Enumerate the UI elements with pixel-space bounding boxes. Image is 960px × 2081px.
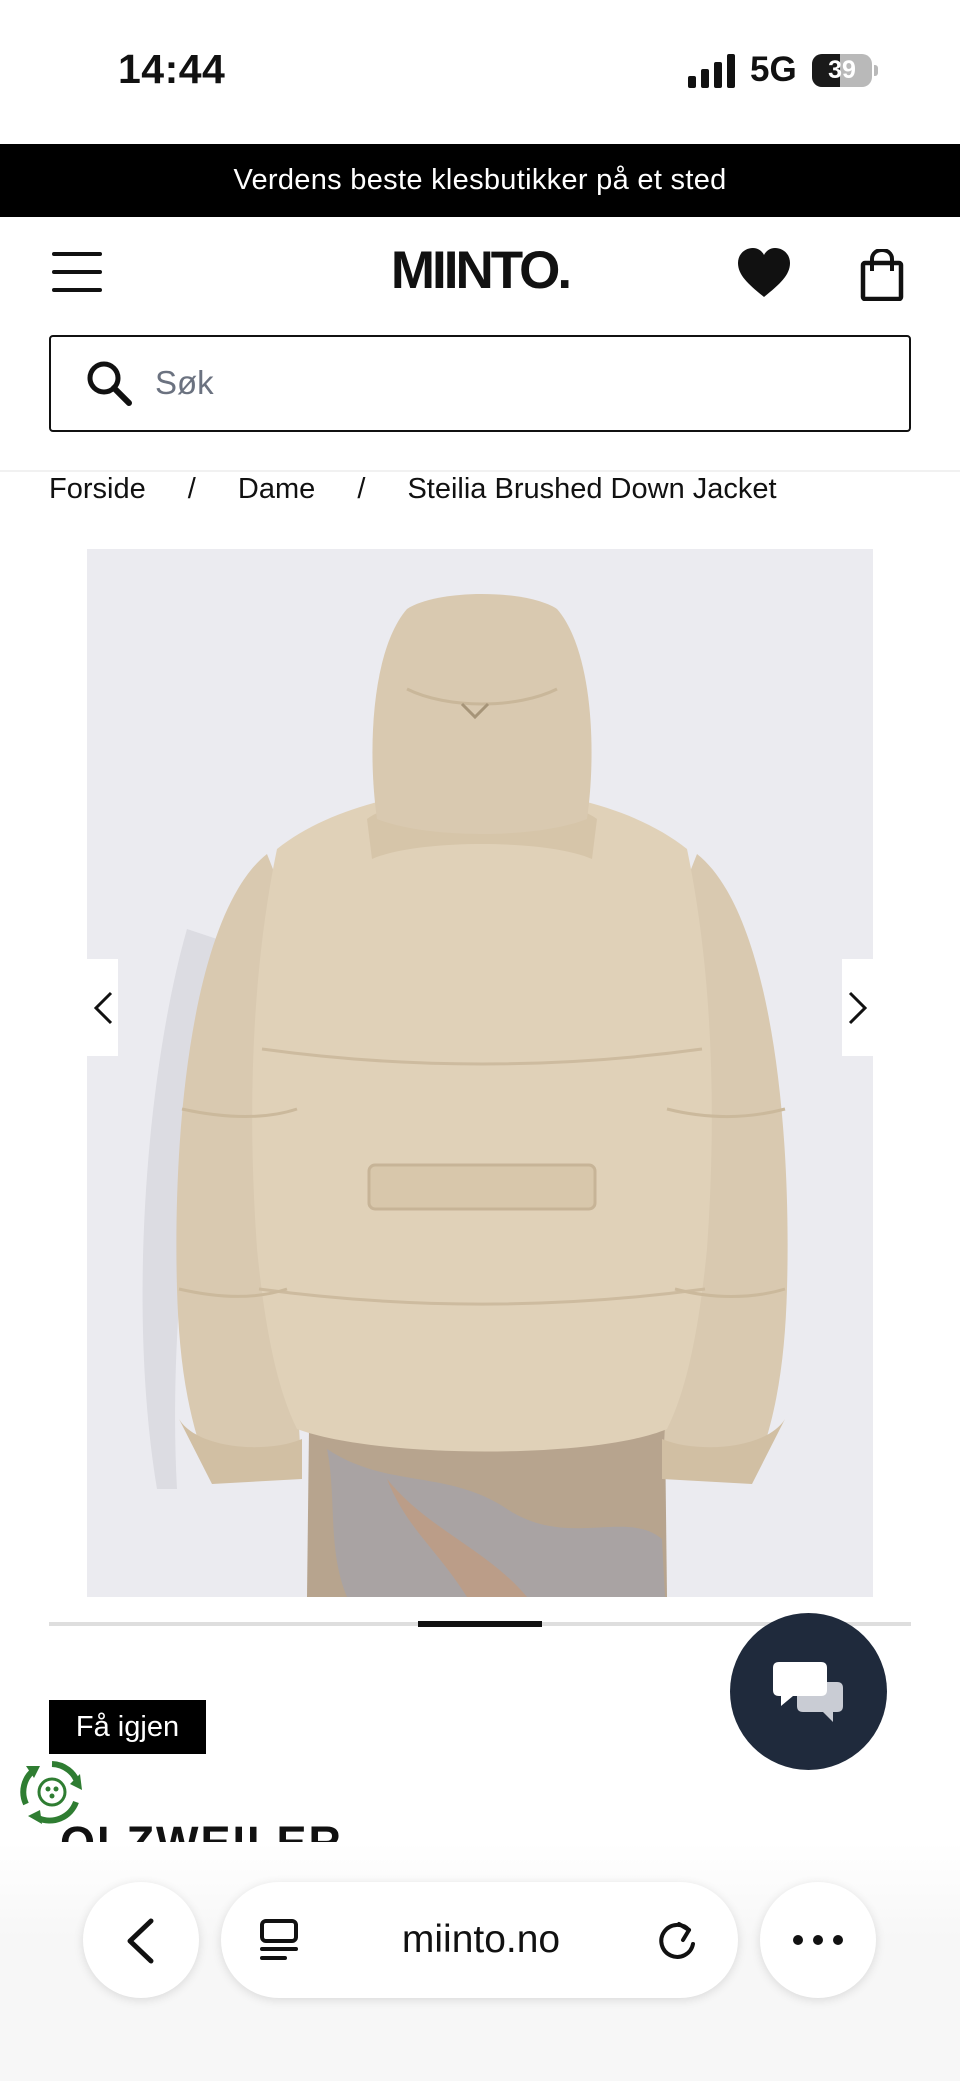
browser-back-button[interactable] bbox=[83, 1882, 199, 1998]
eco-recycle-icon[interactable] bbox=[18, 1758, 86, 1826]
browser-url[interactable]: miinto.no bbox=[331, 1882, 631, 1998]
chevron-left-icon bbox=[127, 1918, 154, 1964]
status-bar: 14:44 5G 39 bbox=[0, 0, 960, 144]
network-type: 5G bbox=[750, 50, 797, 89]
breadcrumb-item-dame[interactable]: Dame bbox=[238, 470, 315, 508]
search-icon bbox=[87, 361, 132, 406]
chat-bubbles-icon bbox=[773, 1662, 843, 1722]
browser-address-bar[interactable]: miinto.no bbox=[221, 1882, 738, 1998]
search-input[interactable] bbox=[155, 355, 855, 411]
brand-name[interactable]: OLZWEILER bbox=[60, 1818, 343, 1842]
tabs-icon[interactable] bbox=[259, 1918, 301, 1962]
gallery-progress-indicator bbox=[418, 1621, 542, 1627]
status-time: 14:44 bbox=[118, 46, 226, 92]
breadcrumb-item-home[interactable]: Forside bbox=[49, 470, 146, 508]
chevron-left-icon bbox=[93, 991, 113, 1025]
cashback-badge: Få igjen bbox=[49, 1700, 206, 1754]
heart-icon[interactable] bbox=[736, 247, 792, 299]
hamburger-menu-icon[interactable] bbox=[52, 252, 102, 292]
signal-icon bbox=[688, 54, 735, 88]
battery-icon: 39 bbox=[812, 54, 878, 87]
gallery-next-button[interactable] bbox=[842, 959, 873, 1056]
shopping-bag-icon[interactable] bbox=[860, 249, 904, 301]
miinto-logo[interactable]: MIINTO. bbox=[380, 241, 580, 301]
reload-icon[interactable] bbox=[655, 1918, 699, 1962]
brand-name-clip: OLZWEILER bbox=[60, 1818, 520, 1842]
product-image[interactable] bbox=[87, 549, 873, 1597]
breadcrumb: Forside / Dame / Steilia Brushed Down Ja… bbox=[49, 470, 777, 508]
breadcrumb-separator: / bbox=[357, 473, 366, 505]
chat-button[interactable] bbox=[730, 1613, 887, 1770]
breadcrumb-item-product: Steilia Brushed Down Jacket bbox=[407, 473, 777, 505]
browser-more-button[interactable] bbox=[760, 1882, 876, 1998]
promo-banner: Verdens beste klesbutikker på et sted bbox=[0, 144, 960, 217]
jacket-photo bbox=[87, 549, 873, 1597]
battery-level: 39 bbox=[828, 56, 856, 84]
site-header: MIINTO. bbox=[0, 217, 960, 335]
more-dots-icon bbox=[793, 1935, 843, 1945]
breadcrumb-separator: / bbox=[187, 473, 196, 505]
gallery-prev-button[interactable] bbox=[87, 959, 118, 1056]
chevron-right-icon bbox=[848, 991, 868, 1025]
search-bar[interactable] bbox=[49, 335, 911, 432]
